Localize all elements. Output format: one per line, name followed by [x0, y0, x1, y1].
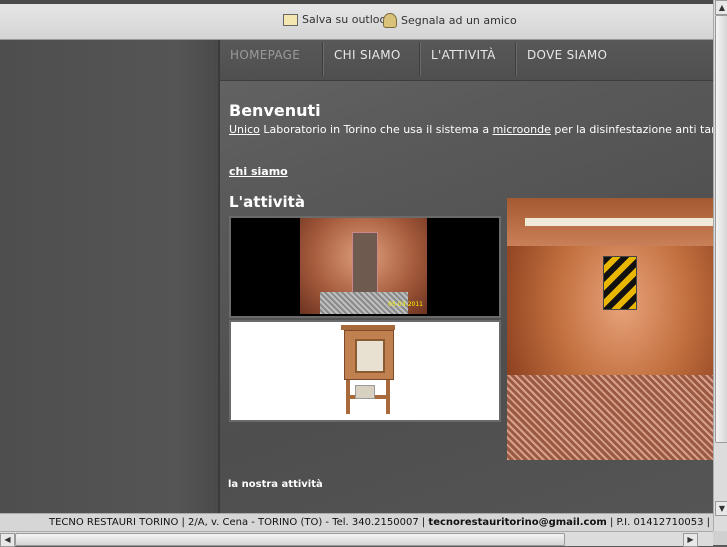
footer: TECNO RESTAURI TORINO | 2/A, v. Cena - T…	[0, 513, 713, 532]
vertical-scroll-thumb[interactable]	[715, 15, 727, 443]
chamber-room: 05-03-2011	[300, 218, 427, 314]
nav-chi-siamo[interactable]: CHI SIAMO	[334, 40, 401, 76]
scroll-up-icon[interactable]: ▲	[715, 0, 727, 15]
vertical-scrollbar[interactable]: ▲ ▼	[713, 0, 727, 531]
report-friend-link[interactable]: Segnala ad un amico	[383, 13, 517, 28]
unico-link[interactable]: Unico	[229, 123, 260, 136]
cabinet-body	[344, 330, 394, 380]
nav-dove-siamo[interactable]: DOVE SIAMO	[527, 40, 607, 76]
left-sidebar	[0, 40, 220, 513]
main-content: Benvenuti Unico Laboratorio in Torino ch…	[220, 81, 713, 513]
horizontal-scrollbar[interactable]: ◀ ▶	[0, 531, 713, 547]
microwave-chamber-photo[interactable]: 05-03-2011	[229, 216, 501, 318]
nav-homepage[interactable]: HOMEPAGE	[230, 40, 300, 76]
chamber-lamp	[525, 218, 713, 226]
welcome-text: Unico Laboratorio in Torino che usa il s…	[229, 123, 713, 136]
cabinet-box	[355, 385, 375, 399]
footer-vat: | P.I. 01412710053 |	[606, 517, 710, 528]
cabinet-photo[interactable]	[229, 320, 501, 422]
photo-date-stamp: 05-03-2011	[388, 301, 423, 308]
horizontal-scroll-thumb[interactable]	[15, 533, 565, 546]
warning-sign	[603, 256, 637, 310]
microonde-link[interactable]: microonde	[493, 123, 551, 136]
chamber-door	[352, 232, 378, 294]
top-bar: Salva su outlook Segnala ad un amico	[0, 0, 713, 40]
scroll-corner	[713, 531, 727, 545]
nav-separator	[322, 42, 323, 76]
footer-text: TECNO RESTAURI TORINO | 2/A, v. Cena - T…	[49, 517, 710, 528]
wooden-cabinet	[341, 325, 395, 415]
report-friend-label: Segnala ad un amico	[401, 14, 517, 27]
welcome-title: Benvenuti	[229, 101, 321, 120]
top-strip	[0, 0, 713, 4]
nav-attivita[interactable]: L'ATTIVITÀ	[431, 40, 496, 76]
vcard-icon	[283, 13, 298, 26]
save-outlook-link[interactable]: Salva su outlook	[283, 13, 393, 26]
nostra-attivita-link[interactable]: la nostra attività	[228, 479, 323, 490]
chi-siamo-link[interactable]: chi siamo	[229, 165, 288, 178]
nav-separator	[419, 42, 420, 76]
welcome-text-part1: Laboratorio in Torino che usa il sistema…	[259, 123, 493, 136]
friend-icon	[383, 13, 397, 28]
footer-address: TECNO RESTAURI TORINO | 2/A, v. Cena - T…	[48, 517, 429, 528]
chamber-floor-grate	[507, 375, 713, 460]
save-outlook-label: Salva su outlook	[302, 13, 393, 26]
copper-chamber-photo[interactable]	[507, 198, 713, 460]
welcome-text-part2: per la disinfestazione anti tarlo/tarme …	[554, 123, 713, 136]
nav-separator	[515, 42, 516, 76]
attivita-title: L'attività	[229, 193, 305, 211]
scroll-down-icon[interactable]: ▼	[715, 501, 727, 516]
main-nav: HOMEPAGE CHI SIAMO L'ATTIVITÀ DOVE SIAMO	[220, 40, 713, 81]
cabinet-glass	[355, 339, 385, 373]
footer-email[interactable]: tecnorestauritorino@gmail.com	[428, 517, 606, 528]
